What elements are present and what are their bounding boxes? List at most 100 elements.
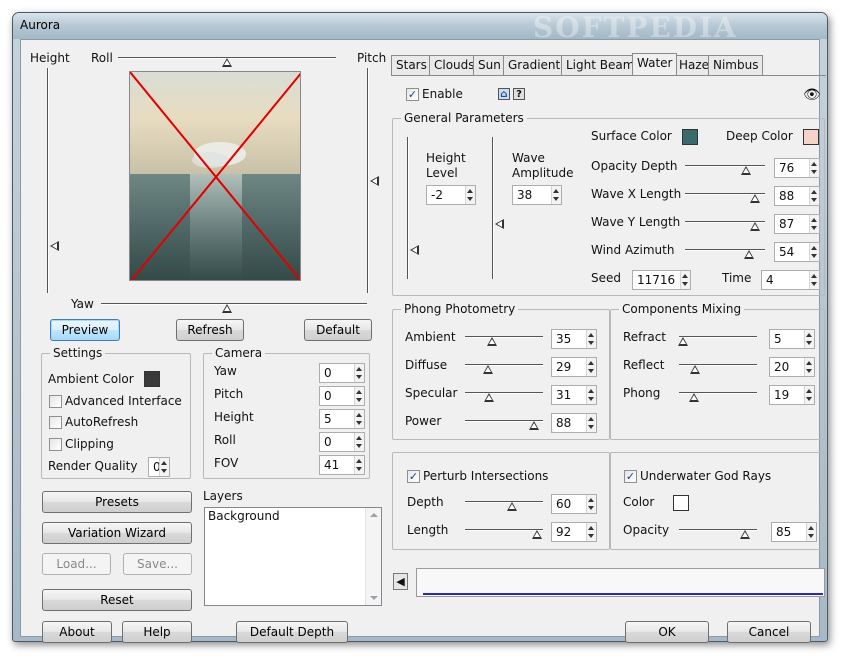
tab-stars[interactable]: Stars <box>391 55 432 75</box>
general-wave-y-length-spinner[interactable]: 87 <box>774 214 820 234</box>
time-spinner[interactable]: 4 <box>761 270 820 290</box>
general-wind-azimuth-spinner[interactable]: 54 <box>774 242 820 262</box>
seed-spinner[interactable]: 11716 <box>632 270 691 290</box>
mixing-phong-spinner[interactable]: 19 <box>769 385 815 405</box>
perturb-length-arrows[interactable] <box>586 523 596 541</box>
default-depth-button[interactable]: Default Depth <box>236 621 348 643</box>
home-icon[interactable]: ⌂ <box>498 88 510 100</box>
height-level-spinner[interactable]: -2 <box>426 185 476 205</box>
mixing-refract-spinner[interactable]: 5 <box>769 329 815 349</box>
layer-item-background[interactable]: Background <box>208 509 280 523</box>
default-button[interactable]: Default <box>304 319 372 341</box>
variation-wizard-button[interactable]: Variation Wizard <box>42 522 192 544</box>
roll-slider-thumb[interactable] <box>222 58 232 67</box>
camera-pitch-arrows[interactable] <box>354 387 364 405</box>
presets-button[interactable]: Presets <box>42 491 192 513</box>
help-icon[interactable]: ? <box>513 88 525 100</box>
height-slider-track[interactable] <box>47 68 49 293</box>
tab-clouds[interactable]: Clouds <box>429 55 480 75</box>
yaw-slider-thumb[interactable] <box>222 304 232 313</box>
collapse-arrow-icon[interactable]: ◀ <box>393 573 408 590</box>
general-opacity-depth-arrows[interactable] <box>809 159 819 177</box>
eye-icon[interactable]: 👁 <box>803 87 821 103</box>
height-level-slider-track[interactable] <box>407 137 409 279</box>
phong-specular-slider-track[interactable] <box>465 392 543 394</box>
phong-ambient-slider-track[interactable] <box>465 336 543 338</box>
general-wind-azimuth-arrows[interactable] <box>809 243 819 261</box>
tab-water[interactable]: Water <box>632 53 678 75</box>
load-button[interactable]: Load... <box>42 553 111 575</box>
camera-height-arrows[interactable] <box>354 410 364 428</box>
general-wave-y-length-arrows[interactable] <box>809 215 819 233</box>
tab-nimbus[interactable]: Nimbus <box>708 55 764 75</box>
yaw-slider-track[interactable] <box>101 303 367 305</box>
height-slider-thumb[interactable] <box>50 241 59 251</box>
perturb-intersections-checkbox[interactable]: ✓ <box>407 470 420 483</box>
phong-specular-spinner[interactable]: 31 <box>551 385 597 405</box>
phong-specular-slider-thumb[interactable] <box>484 393 495 402</box>
title-bar[interactable]: Aurora SOFTPEDIA <box>13 11 827 44</box>
general-wave-y-length-slider-thumb[interactable] <box>749 222 760 231</box>
perturb-depth-spinner[interactable]: 60 <box>551 494 597 514</box>
ambient-color-swatch[interactable] <box>144 371 160 387</box>
perturb-length-slider-thumb[interactable] <box>531 530 542 539</box>
god-rays-color-swatch[interactable] <box>673 495 689 511</box>
camera-yaw-arrows[interactable] <box>354 364 364 382</box>
phong-ambient-slider-thumb[interactable] <box>487 337 498 346</box>
surface-color-swatch[interactable] <box>682 129 698 145</box>
preview-button[interactable]: Preview <box>50 319 120 341</box>
layers-listbox[interactable]: Background <box>204 507 382 606</box>
phong-power-arrows[interactable] <box>586 414 596 432</box>
reset-button[interactable]: Reset <box>42 589 192 611</box>
time-arrows[interactable] <box>809 271 819 289</box>
perturb-depth-slider-track[interactable] <box>465 501 543 503</box>
perturb-depth-arrows[interactable] <box>586 495 596 513</box>
mixing-refract-arrows[interactable] <box>804 330 814 348</box>
perturb-length-spinner[interactable]: 92 <box>551 522 597 542</box>
save-button[interactable]: Save... <box>123 553 192 575</box>
general-opacity-depth-spinner[interactable]: 76 <box>774 158 820 178</box>
general-opacity-depth-slider-thumb[interactable] <box>740 166 751 175</box>
camera-roll-arrows[interactable] <box>354 433 364 451</box>
deep-color-swatch[interactable] <box>803 129 819 145</box>
height-level-arrows[interactable] <box>465 186 475 204</box>
phong-diffuse-spinner[interactable]: 29 <box>551 357 597 377</box>
wave-amplitude-slider-thumb[interactable] <box>495 219 504 229</box>
phong-power-spinner[interactable]: 88 <box>551 413 597 433</box>
general-wave-x-length-spinner[interactable]: 88 <box>774 186 820 206</box>
wave-amplitude-slider-track[interactable] <box>492 137 494 279</box>
wave-amplitude-spinner[interactable]: 38 <box>512 185 562 205</box>
phong-diffuse-slider-thumb[interactable] <box>482 365 493 374</box>
mixing-reflect-slider-thumb[interactable] <box>689 365 700 374</box>
general-wave-x-length-slider-thumb[interactable] <box>750 194 761 203</box>
layers-scrollbar[interactable] <box>365 508 381 605</box>
mixing-phong-slider-thumb[interactable] <box>688 393 699 402</box>
phong-diffuse-slider-track[interactable] <box>465 364 543 366</box>
tab-sun[interactable]: Sun <box>473 55 506 75</box>
autorefresh-checkbox[interactable] <box>49 416 62 429</box>
general-opacity-depth-slider-track[interactable] <box>685 165 765 167</box>
render-quality-arrows[interactable] <box>159 458 169 476</box>
ok-button[interactable]: OK <box>625 621 709 643</box>
pitch-slider-thumb[interactable] <box>370 176 379 186</box>
general-wind-azimuth-slider-thumb[interactable] <box>744 250 754 259</box>
god-rays-opacity-thumb[interactable] <box>740 530 751 539</box>
god-rays-opacity-spinner[interactable]: 85 <box>771 522 817 542</box>
camera-roll-spinner[interactable]: 0 <box>319 432 365 452</box>
camera-height-spinner[interactable]: 5 <box>319 409 365 429</box>
mixing-refract-slider-track[interactable] <box>679 336 757 338</box>
advanced-interface-checkbox[interactable] <box>49 395 62 408</box>
tab-gradient[interactable]: Gradient <box>503 55 566 75</box>
phong-specular-arrows[interactable] <box>586 386 596 404</box>
clipping-checkbox[interactable] <box>49 438 62 451</box>
mixing-reflect-spinner[interactable]: 20 <box>769 357 815 377</box>
render-quality-spinner[interactable]: 0 <box>148 457 170 477</box>
phong-power-slider-thumb[interactable] <box>528 421 539 430</box>
pitch-slider-track[interactable] <box>367 68 369 293</box>
height-level-slider-thumb[interactable] <box>410 245 419 255</box>
camera-pitch-spinner[interactable]: 0 <box>319 386 365 406</box>
camera-fov-spinner[interactable]: 41 <box>319 455 365 475</box>
enable-checkbox[interactable]: ✓ <box>406 88 419 101</box>
cancel-button[interactable]: Cancel <box>727 621 811 643</box>
refresh-button[interactable]: Refresh <box>176 319 244 341</box>
